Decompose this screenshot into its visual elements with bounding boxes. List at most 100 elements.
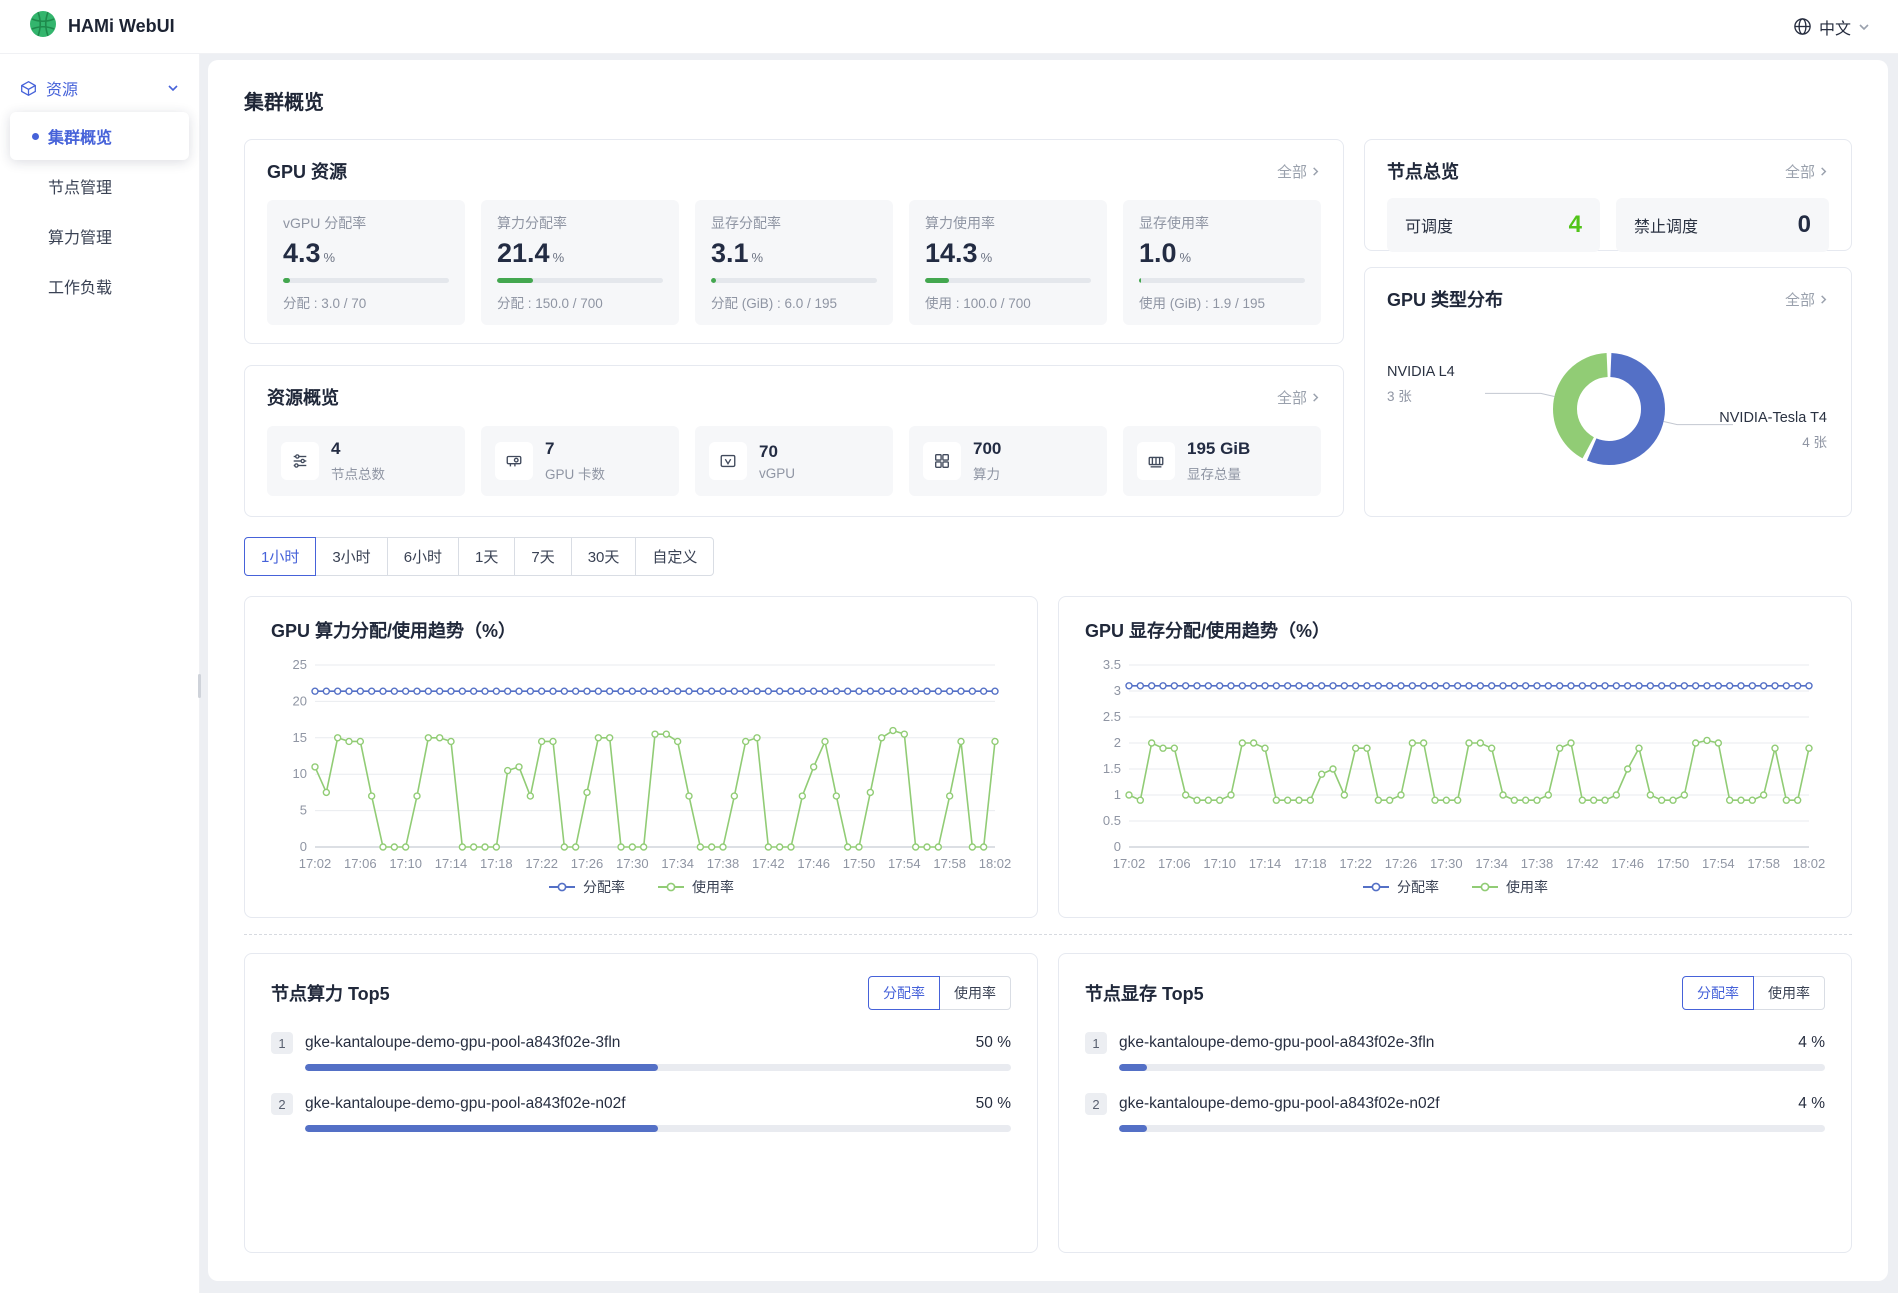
- progress-track: [711, 278, 877, 283]
- card-title: GPU 资源: [267, 158, 347, 184]
- svg-text:17:58: 17:58: [1747, 856, 1780, 871]
- svg-text:5: 5: [300, 803, 307, 818]
- toggle-usage-rate[interactable]: 使用率: [1753, 976, 1825, 1010]
- stat-unit: %: [553, 250, 565, 265]
- svg-text:17:54: 17:54: [1702, 856, 1735, 871]
- svg-text:17:06: 17:06: [344, 856, 377, 871]
- progress-fill: [711, 278, 716, 283]
- sidebar-nav: 集群概览 节点管理 算力管理 工作负载: [10, 112, 189, 310]
- sidebar-item-node-management[interactable]: 节点管理: [10, 162, 189, 210]
- toggle-allocation-rate[interactable]: 分配率: [1682, 976, 1754, 1010]
- svg-text:3: 3: [1114, 683, 1121, 698]
- time-range-1d[interactable]: 1天: [458, 537, 515, 576]
- svg-text:17:06: 17:06: [1158, 856, 1191, 871]
- svg-text:2.5: 2.5: [1103, 709, 1121, 724]
- node-value: 4 %: [1798, 1034, 1825, 1052]
- language-label: 中文: [1819, 15, 1851, 39]
- node-name: gke-kantaloupe-demo-gpu-pool-a843f02e-3f…: [1119, 1034, 1786, 1052]
- time-range-1h[interactable]: 1小时: [244, 537, 316, 576]
- chart-title: GPU 算力分配/使用趋势（%）: [271, 617, 1011, 643]
- memory-trend-card: GPU 显存分配/使用趋势（%） 00.511.522.533.517:0217…: [1058, 596, 1852, 918]
- progress-fill: [283, 278, 290, 283]
- node-row: 2 gke-kantaloupe-demo-gpu-pool-a843f02e-…: [1085, 1093, 1825, 1132]
- node-name: gke-kantaloupe-demo-gpu-pool-a843f02e-n0…: [1119, 1095, 1786, 1113]
- sidebar-item-compute-management[interactable]: 算力管理: [10, 212, 189, 260]
- unschedulable-label: 禁止调度: [1634, 213, 1698, 237]
- toggle-allocation-rate[interactable]: 分配率: [868, 976, 940, 1010]
- svg-text:17:22: 17:22: [525, 856, 558, 871]
- legend-line-marker: [657, 882, 685, 892]
- resource-label: GPU 卡数: [545, 463, 605, 483]
- chevron-down-icon: [167, 82, 179, 94]
- resource-tile-vgpu: 70 vGPU: [695, 426, 893, 496]
- svg-text:17:34: 17:34: [1475, 856, 1508, 871]
- sidebar-resize-handle[interactable]: [198, 674, 201, 698]
- time-range-30d[interactable]: 30天: [571, 537, 637, 576]
- svg-text:17:38: 17:38: [707, 856, 740, 871]
- svg-text:17:14: 17:14: [435, 856, 468, 871]
- sliders-icon: [281, 442, 319, 480]
- vgpu-card-icon: [709, 442, 747, 480]
- svg-text:17:26: 17:26: [571, 856, 604, 871]
- node-value: 50 %: [976, 1034, 1011, 1052]
- node-value: 50 %: [976, 1095, 1011, 1113]
- node-bar-fill: [305, 1125, 658, 1132]
- svg-text:17:34: 17:34: [661, 856, 694, 871]
- resource-value: 195 GiB: [1187, 439, 1250, 459]
- time-range-selector: 1小时 3小时 6小时 1天 7天 30天 自定义: [244, 537, 1852, 576]
- node-bar-fill: [1119, 1125, 1147, 1132]
- memory-icon: [1137, 442, 1175, 480]
- main-content: 集群概览 GPU 资源 全部 vGPU 分配率 4.3%: [208, 60, 1888, 1281]
- unschedulable-value: 0: [1798, 211, 1811, 239]
- time-range-3h[interactable]: 3小时: [315, 537, 387, 576]
- time-range-custom[interactable]: 自定义: [635, 537, 714, 576]
- rank-badge: 1: [271, 1032, 293, 1054]
- legend-allocation-rate[interactable]: 分配率: [1362, 877, 1439, 897]
- node-bar-track: [1119, 1064, 1825, 1071]
- legend-label: 使用率: [692, 877, 734, 897]
- resource-overview-all-link[interactable]: 全部: [1277, 387, 1321, 408]
- svg-text:17:26: 17:26: [1385, 856, 1418, 871]
- stat-value: 3.1: [711, 238, 749, 269]
- toggle-usage-rate[interactable]: 使用率: [939, 976, 1011, 1010]
- all-label: 全部: [1785, 161, 1815, 182]
- sidebar-item-cluster-overview[interactable]: 集群概览: [10, 112, 189, 160]
- gpu-types-all-link[interactable]: 全部: [1785, 289, 1829, 310]
- svg-text:17:38: 17:38: [1521, 856, 1554, 871]
- time-range-6h[interactable]: 6小时: [387, 537, 459, 576]
- gpu-resources-all-link[interactable]: 全部: [1277, 161, 1321, 182]
- chart-title: GPU 显存分配/使用趋势（%）: [1085, 617, 1825, 643]
- sidebar-item-workloads[interactable]: 工作负载: [10, 262, 189, 310]
- gpu-type-donut-chart: NVIDIA L4 3 张 NVIDIA-Tesla T4 4 张: [1387, 314, 1829, 506]
- gpu-resources-card: GPU 资源 全部 vGPU 分配率 4.3% 分配 : 3.0 / 70: [244, 139, 1344, 344]
- svg-text:0: 0: [300, 839, 307, 854]
- donut-svg: [1387, 314, 1831, 504]
- language-selector[interactable]: 中文: [1793, 15, 1870, 39]
- node-overview-all-link[interactable]: 全部: [1785, 161, 1829, 182]
- legend-usage-rate[interactable]: 使用率: [657, 877, 734, 897]
- chevron-right-icon: [1818, 166, 1829, 177]
- svg-text:0: 0: [1114, 839, 1121, 854]
- rank-badge: 2: [271, 1093, 293, 1115]
- compute-top5-toggle: 分配率 使用率: [868, 976, 1011, 1010]
- memory-trend-chart: 00.511.522.533.517:0217:0617:1017:1417:1…: [1085, 653, 1825, 875]
- time-range-7d[interactable]: 7天: [514, 537, 571, 576]
- all-label: 全部: [1277, 161, 1307, 182]
- stat-detail: 使用 (GiB) : 1.9 / 195: [1139, 292, 1305, 312]
- donut-label-nvidia-l4: NVIDIA L4 3 张: [1387, 364, 1455, 405]
- gpu-type-name: NVIDIA-Tesla T4: [1719, 410, 1827, 426]
- sidebar-item-label: 算力管理: [48, 224, 112, 248]
- chevron-right-icon: [1310, 166, 1321, 177]
- stat-detail: 使用 : 100.0 / 700: [925, 292, 1091, 312]
- svg-text:17:46: 17:46: [1611, 856, 1644, 871]
- card-title: 节点算力 Top5: [271, 980, 390, 1006]
- legend-allocation-rate[interactable]: 分配率: [548, 877, 625, 897]
- progress-fill: [497, 278, 533, 283]
- stat-label: 显存分配率: [711, 213, 877, 233]
- sidebar-section-resources[interactable]: 资源: [10, 66, 189, 110]
- legend-usage-rate[interactable]: 使用率: [1471, 877, 1548, 897]
- chevron-right-icon: [1818, 294, 1829, 305]
- svg-text:17:46: 17:46: [797, 856, 830, 871]
- stat-unit: %: [752, 250, 764, 265]
- compute-grid-icon: [923, 442, 961, 480]
